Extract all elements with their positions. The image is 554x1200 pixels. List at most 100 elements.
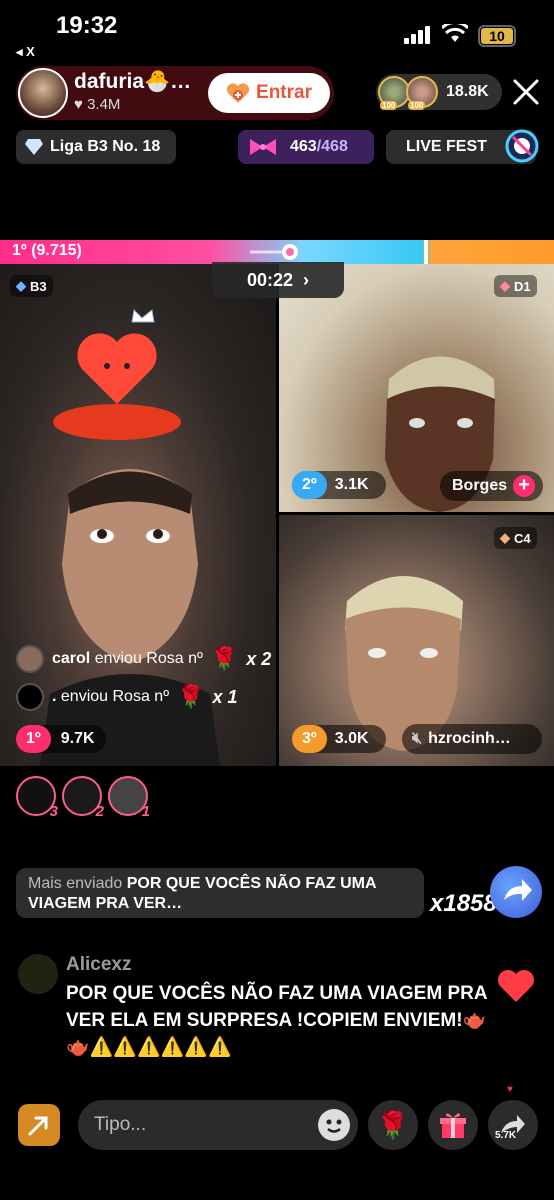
viewers-pill[interactable]: 100 100 18.8K [376, 74, 502, 110]
player-1-rank[interactable]: 1º 9.7K [16, 725, 106, 753]
league-chip[interactable]: Liga B3 No. 18 [16, 130, 176, 164]
gift-goal-chip[interactable]: 463/468 [238, 130, 374, 164]
gift-text: enviou Rosa nº [60, 688, 170, 705]
player-1-tier-label: B3 [30, 278, 47, 294]
player-3-name-pill[interactable]: 🔇︎ hzrocinh… [402, 724, 542, 754]
rose-icon: 🌹 [376, 1109, 410, 1140]
player-2-score: 3.1K [334, 476, 369, 493]
gift-button[interactable] [428, 1100, 478, 1150]
diamond-icon: ◆ [500, 530, 510, 545]
gift-sender-avatar[interactable] [16, 683, 44, 711]
player-1-rank-label: 1º [16, 725, 51, 753]
gift-count: x 1 [212, 686, 238, 707]
promote-icon[interactable] [18, 1104, 60, 1146]
rose-icon: 🌹 [177, 684, 205, 709]
gift-count: x 2 [246, 648, 272, 669]
player-2-name-pill[interactable]: Borges + [440, 471, 544, 501]
comment-username[interactable]: Alicexz [66, 954, 131, 976]
gift-sender-name: carol [52, 650, 91, 667]
viewer-avatar[interactable]: 100 [406, 76, 438, 110]
score-divider [424, 240, 428, 264]
share-arrow-icon[interactable] [490, 866, 542, 918]
wifi-icon [442, 24, 468, 42]
sparkle-icon [250, 244, 298, 260]
battery-icon: 10 [478, 25, 516, 47]
player-1-score: 9.7K [60, 730, 95, 747]
diamond-icon [25, 139, 43, 155]
status-bar: 19:32 ◂ X 10 [0, 0, 554, 60]
close-icon[interactable] [512, 78, 540, 106]
top-fan-rank: 2 [95, 803, 104, 820]
follow-plus-icon[interactable]: + [513, 475, 536, 497]
heart-sticker-icon [53, 308, 181, 440]
player-2-tier: ◆ D1 [494, 275, 537, 297]
top-fan-rank: 3 [49, 803, 58, 820]
status-time: 19:32 [56, 12, 118, 39]
chat-input-placeholder: Tipo... [94, 1114, 147, 1135]
live-fest-chip[interactable]: LIVE FEST [386, 129, 539, 164]
top-fan-avatar[interactable]: 2 [62, 776, 104, 820]
gift-goal-current: 463 [290, 138, 317, 155]
diamond-icon: ◆ [16, 278, 26, 293]
bow-gift-icon [250, 139, 276, 155]
viewer-badge: 100 [408, 101, 426, 110]
gift-notification: . enviou Rosa nº 🌹 x 1 [16, 680, 237, 714]
player-3-tier: ◆ C4 [494, 527, 537, 549]
banner-lead: Mais enviado [28, 875, 123, 892]
comment-avatar[interactable] [18, 954, 58, 994]
muted-speaker-icon: 🔇︎ [412, 730, 423, 747]
player-3-rank-label: 3º [292, 725, 327, 753]
live-fest-label: LIVE FEST [406, 138, 487, 155]
player-1-tier: ◆ B3 [10, 275, 53, 297]
gift-notification: carol enviou Rosa nº 🌹 x 2 [16, 642, 271, 676]
viewer-count: 18.8K [446, 83, 489, 100]
top-fans-list: 3 2 1 [16, 776, 156, 820]
battery-level: 10 [481, 28, 513, 44]
battle-timer-value: 00:22 [246, 269, 294, 290]
player-2-rank-label: 2º [292, 471, 327, 499]
player-3-score: 3.0K [334, 730, 369, 747]
chevron-right-icon: › [303, 269, 310, 290]
face-silhouette [40, 469, 220, 766]
host-profile-pill[interactable]: dafuria🐣… ♥ 3.4M Entrar [16, 66, 334, 120]
rose-icon: 🌹 [210, 646, 239, 671]
viewer-badge: 100 [380, 101, 398, 110]
league-label: Liga B3 No. 18 [50, 138, 161, 155]
comment-text: POR QUE VOCÊS NÃO FAZ UMA VIAGEM PRA VER… [66, 983, 487, 1058]
heart-icon: ♥ [74, 96, 83, 113]
live-fest-icon [505, 129, 539, 163]
battle-timer[interactable]: 00:22 › [212, 262, 344, 298]
chat-input[interactable]: Tipo... [78, 1100, 358, 1150]
host-likes-count: 3.4M [87, 96, 121, 113]
banner-count: x1858 [430, 890, 497, 917]
share-button[interactable] [488, 1100, 538, 1150]
player-2-name: Borges [452, 477, 508, 494]
player-3-tier-label: C4 [514, 530, 531, 546]
host-likes: ♥ 3.4M [74, 96, 120, 113]
rose-gift-button[interactable]: 🌹 [368, 1100, 418, 1150]
player-2-rank[interactable]: 2º 3.1K [292, 471, 386, 499]
gift-sender-name: . [52, 688, 57, 705]
player-2-tier-label: D1 [514, 278, 531, 294]
top-fan-avatar[interactable]: 1 [108, 776, 150, 820]
share-count: 5.7K [495, 1130, 517, 1141]
gift-text: enviou Rosa nº [94, 650, 203, 667]
gift-goal-total: 468 [321, 138, 348, 155]
host-avatar[interactable] [18, 68, 68, 118]
top-fan-avatar[interactable]: 3 [16, 776, 58, 820]
top-fan-rank: 1 [141, 803, 150, 820]
enter-button[interactable]: Entrar [208, 73, 330, 113]
back-to-app-link[interactable]: ◂ X [16, 44, 35, 60]
gift-sender-avatar[interactable] [16, 645, 44, 673]
small-heart-icon: ♥ [507, 1084, 513, 1095]
heart-plus-icon [226, 83, 250, 103]
most-sent-banner[interactable]: Mais enviado POR QUE VOCÊS NÃO FAZ UMA V… [16, 868, 424, 918]
battle-score-bar: 1º (9.715) [0, 240, 554, 264]
player-3-name: hzrocinh… [428, 730, 511, 747]
enter-button-label: Entrar [256, 82, 312, 103]
player-3-rank[interactable]: 3º 3.0K [292, 725, 386, 753]
heart-icon[interactable] [496, 968, 536, 1004]
emoji-icon[interactable] [318, 1109, 350, 1141]
signal-icon [404, 26, 432, 44]
host-name: dafuria🐣… [74, 70, 192, 93]
